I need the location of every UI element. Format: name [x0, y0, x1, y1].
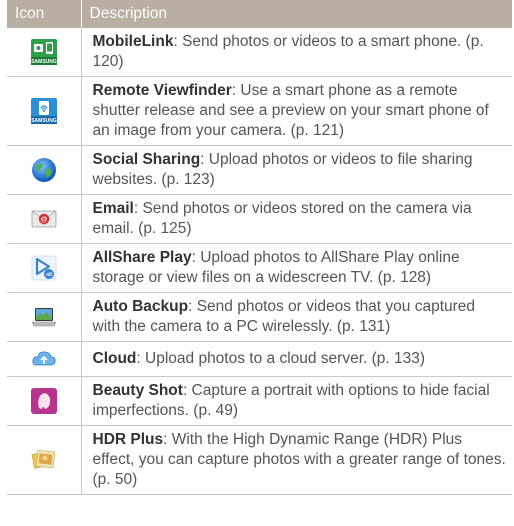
table-row: @ Email: Send photos or videos stored on…: [7, 194, 512, 244]
row-text: : Send photos or videos stored on the ca…: [92, 200, 472, 237]
row-name: Auto Backup: [92, 298, 189, 315]
email-icon: @: [31, 206, 57, 232]
table-row: Beauty Shot: Capture a portrait with opt…: [7, 376, 512, 426]
allshare-play-icon: oll: [31, 255, 57, 281]
row-text: : Upload photos to a cloud server. (p. 1…: [136, 350, 426, 367]
svg-text:@: @: [40, 217, 47, 224]
row-name: Email: [92, 200, 134, 217]
header-icon: Icon: [7, 0, 82, 28]
table-row: oll AllShare Play: Upload photos to AllS…: [7, 243, 512, 293]
table-header-row: Icon Description: [7, 0, 512, 28]
header-description: Description: [81, 0, 512, 28]
table-row: SAMSUNG Remote Viewfinder: Use a smart p…: [7, 76, 512, 146]
row-name: Social Sharing: [92, 151, 201, 168]
table-row: HDR Plus: With the High Dynamic Range (H…: [7, 425, 512, 495]
table-row: Auto Backup: Send photos or videos that …: [7, 292, 512, 342]
table-row: Cloud: Upload photos to a cloud server. …: [7, 341, 512, 377]
row-name: HDR Plus: [92, 431, 164, 448]
globe-icon: [31, 157, 57, 183]
beauty-shot-icon: [30, 388, 57, 414]
samsung-label: SAMSUNG: [31, 118, 57, 124]
mobilelink-icon: SAMSUNG: [30, 39, 57, 65]
allshare-badge: oll: [46, 272, 52, 278]
table-row: SAMSUNG MobileLink: Send photos or video…: [7, 28, 512, 77]
row-name: Remote Viewfinder: [92, 82, 232, 99]
row-name: Beauty Shot: [92, 382, 183, 399]
samsung-label: SAMSUNG: [31, 59, 57, 65]
remote-viewfinder-icon: SAMSUNG: [30, 98, 57, 124]
row-name: MobileLink: [92, 33, 174, 50]
laptop-backup-icon: [31, 304, 57, 330]
row-name: AllShare Play: [92, 249, 192, 266]
table-row: Social Sharing: Upload photos or videos …: [7, 145, 512, 195]
mode-description-table: Icon Description SAMSUNG MobileLink: Sen…: [7, 0, 512, 495]
row-name: Cloud: [92, 350, 137, 367]
hdr-plus-icon: [31, 447, 57, 473]
cloud-icon: [31, 346, 57, 372]
